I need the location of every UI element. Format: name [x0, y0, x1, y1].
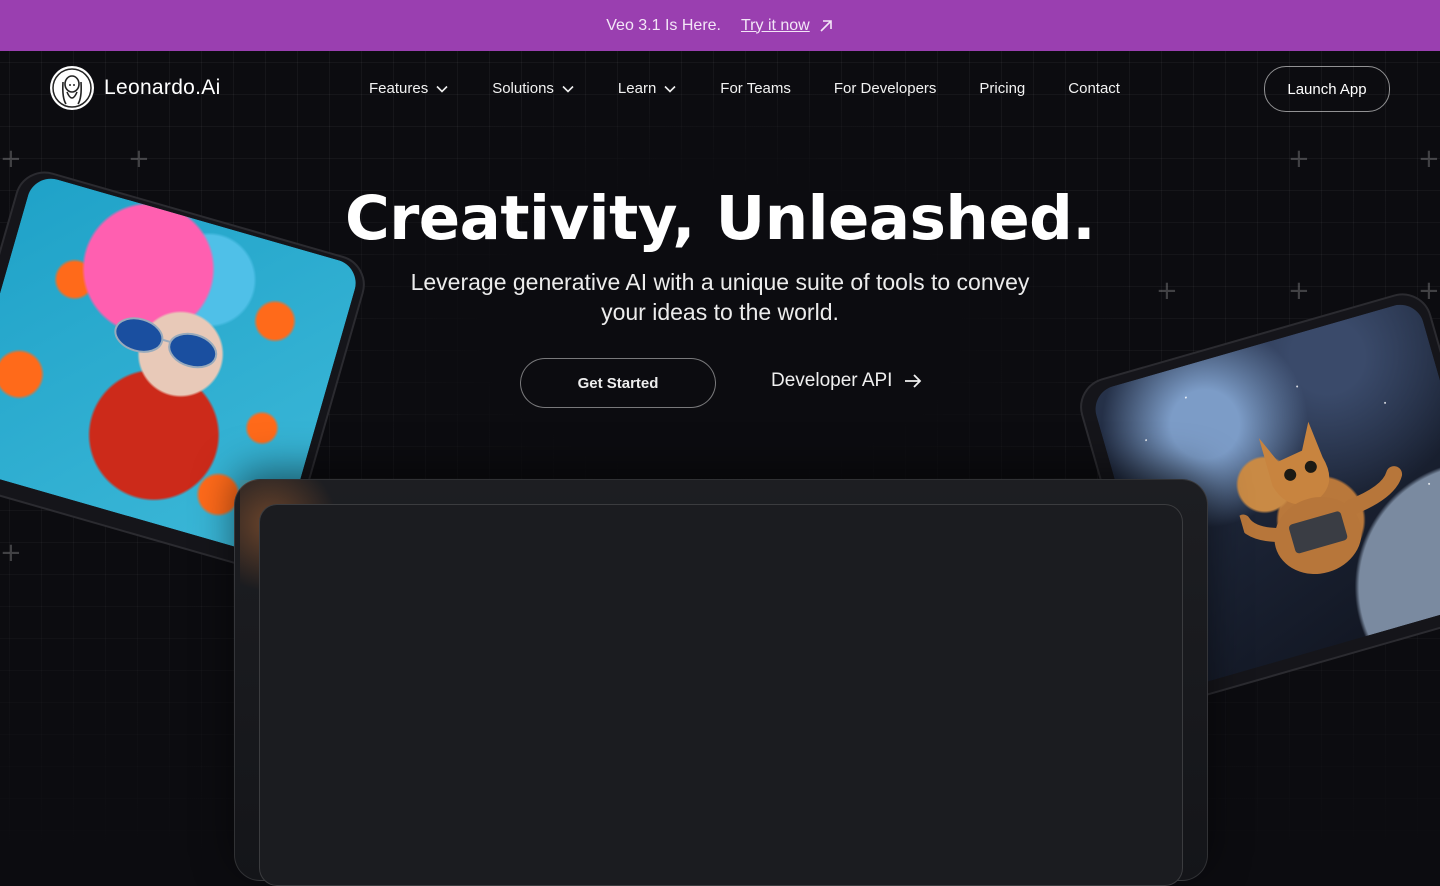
get-started-button[interactable]: Get Started — [520, 358, 716, 408]
grid-plus-icon: + — [0, 144, 22, 174]
developer-api-label: Developer API — [771, 370, 893, 391]
nav-item-solutions[interactable]: Solutions — [492, 80, 574, 97]
nav-item-label: Pricing — [979, 80, 1026, 97]
nav-item-learn[interactable]: Learn — [618, 80, 676, 97]
star — [1295, 385, 1299, 388]
main-navigation: Leonardo.Ai Features Solutions Learn For… — [0, 51, 1440, 129]
star — [1427, 482, 1431, 486]
grid-plus-icon: + — [1288, 144, 1310, 174]
arrow-up-right-icon — [820, 19, 832, 32]
nav-item-for-teams[interactable]: For Teams — [720, 80, 791, 97]
showcase-panel-inner — [259, 504, 1183, 886]
brand-name: Leonardo.Ai — [104, 76, 221, 99]
nav-item-label: Contact — [1068, 80, 1120, 97]
nav-item-label: Solutions — [492, 80, 554, 97]
star — [1184, 396, 1188, 399]
star — [1144, 438, 1148, 442]
sunglasses-shape — [114, 317, 218, 369]
grid-plus-icon: + — [128, 144, 150, 174]
nav-item-features[interactable]: Features — [369, 80, 448, 97]
announcement-bar: Veo 3.1 Is Here. Try it now — [0, 0, 1440, 51]
grid-plus-icon: + — [1156, 276, 1178, 306]
launch-app-button[interactable]: Launch App — [1264, 66, 1390, 112]
try-it-now-label: Try it now — [740, 16, 810, 34]
developer-api-link[interactable]: Developer API — [771, 370, 922, 392]
nav-item-pricing[interactable]: Pricing — [979, 80, 1025, 97]
chevron-down-icon — [436, 85, 448, 93]
grid-plus-icon: + — [0, 538, 22, 568]
hero-subtitle: Leverage generative AI with a unique sui… — [410, 269, 1030, 325]
grid-plus-icon: + — [1418, 144, 1440, 174]
chevron-down-icon — [562, 85, 574, 93]
nav-item-label: For Developers — [833, 80, 937, 97]
announcement-message: Veo 3.1 Is Here. — [606, 16, 721, 34]
nav-menu: Features Solutions Learn For Teams For D… — [369, 80, 1120, 97]
hero-title: Creativity, Unleashed. — [344, 183, 1096, 254]
try-it-now-link[interactable]: Try it now — [741, 17, 834, 35]
grid-plus-icon: + — [1288, 276, 1310, 306]
leonardo-logo-icon — [50, 66, 94, 110]
nav-item-for-developers[interactable]: For Developers — [834, 80, 937, 97]
cat-shape — [1236, 421, 1403, 574]
arrow-right-icon — [905, 374, 922, 388]
nav-item-label: Features — [369, 80, 429, 97]
nav-item-contact[interactable]: Contact — [1068, 80, 1120, 97]
brand-logo[interactable]: Leonardo.Ai — [50, 66, 221, 110]
nav-item-label: For Teams — [720, 80, 791, 97]
nav-item-label: Learn — [617, 80, 657, 97]
chevron-down-icon — [664, 85, 676, 93]
